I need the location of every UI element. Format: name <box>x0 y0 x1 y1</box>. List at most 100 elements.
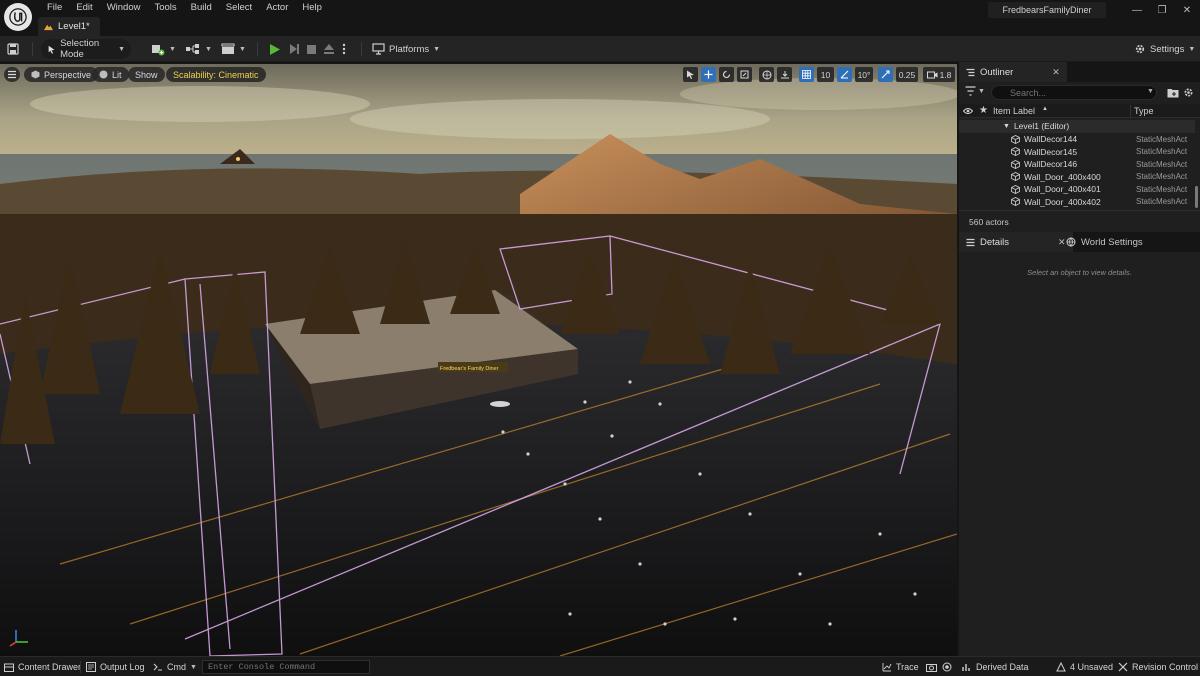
maximize-icon[interactable]: ❐ <box>1155 4 1169 16</box>
table-row[interactable]: WallDecor146 StaticMeshAct <box>959 158 1195 171</box>
globe-icon <box>1066 237 1076 247</box>
outliner-tabbar: Outliner ✕ <box>959 62 1200 82</box>
content-drawer-button[interactable]: Content Drawer <box>4 660 81 674</box>
save-icon[interactable] <box>7 39 19 59</box>
output-log-button[interactable]: Output Log <box>86 660 145 674</box>
details-tab[interactable]: Details ✕ <box>959 232 1073 252</box>
table-row[interactable]: WallDecor145 StaticMeshAct <box>959 146 1195 159</box>
add-folder-icon[interactable] <box>1167 87 1179 98</box>
record-button[interactable] <box>942 660 952 674</box>
rotate-tool-icon[interactable] <box>719 67 734 82</box>
row-label: WallDecor146 <box>1024 159 1078 170</box>
cmd-button[interactable]: Cmd ▼ <box>153 660 197 674</box>
blueprints-button[interactable]: ▼ <box>185 39 212 59</box>
table-row[interactable]: Wall_Door_400x401 StaticMeshAct <box>959 183 1195 196</box>
menu-actor[interactable]: Actor <box>259 2 295 14</box>
world-space-icon[interactable] <box>759 67 774 82</box>
cinematics-button[interactable]: ▼ <box>221 39 246 59</box>
grid-snap-button[interactable] <box>799 67 814 82</box>
stop-button[interactable] <box>306 39 317 59</box>
menu-help[interactable]: Help <box>295 2 329 14</box>
screenshot-button[interactable] <box>926 660 937 674</box>
camera-icon <box>926 71 938 78</box>
surface-snap-icon[interactable] <box>777 67 792 82</box>
outliner-search-input[interactable] <box>991 85 1157 100</box>
scale-snap-value[interactable]: 0.25 <box>896 67 918 82</box>
table-row[interactable]: Wall_Door_400x402 StaticMeshAct <box>959 196 1195 209</box>
chevron-down-icon[interactable]: ▼ <box>1003 123 1010 130</box>
translate-tool-icon[interactable] <box>701 67 716 82</box>
play-options-icon[interactable] <box>342 39 346 59</box>
menu-window[interactable]: Window <box>100 2 148 14</box>
content-drawer-label: Content Drawer <box>18 662 82 672</box>
level-viewport[interactable]: Fredbear's Family Diner Perspective Lit … <box>0 64 957 656</box>
perspective-button[interactable]: Perspective <box>24 67 99 82</box>
level-root-label: Level1 (Editor) <box>1013 121 1070 132</box>
camera-speed-button[interactable]: 1.8 <box>923 67 955 82</box>
trace-button[interactable]: Trace <box>882 660 919 674</box>
advance-frame-button[interactable] <box>288 39 300 59</box>
menu-select[interactable]: Select <box>219 2 259 14</box>
clapperboard-icon <box>221 43 235 54</box>
add-actor-button[interactable]: ▼ <box>151 39 176 59</box>
show-button[interactable]: Show <box>128 67 165 82</box>
rotation-snap-value[interactable]: 10° <box>855 67 873 82</box>
select-tool-icon[interactable] <box>683 67 698 82</box>
menu-file[interactable]: File <box>40 2 69 14</box>
type-column[interactable]: Type <box>1134 106 1154 116</box>
close-tab-icon[interactable]: ✕ <box>1052 67 1060 78</box>
visibility-eye-icon[interactable] <box>963 107 973 115</box>
derived-data-button[interactable]: Derived Data <box>962 660 1029 674</box>
close-icon[interactable]: ✕ <box>1180 4 1194 16</box>
menu-bar: File Edit Window Tools Build Select Acto… <box>40 2 329 14</box>
scalability-badge[interactable]: Scalability: Cinematic <box>166 67 266 82</box>
camera-speed-value: 1.8 <box>939 69 952 80</box>
static-mesh-icon <box>1011 184 1020 194</box>
menu-edit[interactable]: Edit <box>69 2 99 14</box>
details-tabbar: Details ✕ World Settings <box>959 232 1200 252</box>
menu-tools[interactable]: Tools <box>147 2 183 14</box>
play-button[interactable] <box>268 39 281 59</box>
world-settings-tab[interactable]: World Settings <box>1059 232 1150 252</box>
unsaved-button[interactable]: 4 Unsaved <box>1056 660 1113 674</box>
scale-snap-icon[interactable] <box>878 67 893 82</box>
outliner-scrollbar[interactable] <box>1195 186 1198 208</box>
outliner-tab-label: Outliner <box>980 66 1014 78</box>
row-type: StaticMeshAct <box>1136 184 1188 194</box>
chevron-down-icon[interactable]: ▼ <box>1147 88 1154 95</box>
sort-ascending-icon: ▲ <box>1042 106 1048 112</box>
static-mesh-icon <box>1011 134 1020 144</box>
eject-button[interactable] <box>323 39 335 59</box>
settings-button[interactable]: Settings ▼ <box>1134 39 1195 59</box>
static-mesh-icon <box>1011 172 1020 182</box>
minimize-icon[interactable]: — <box>1130 4 1144 16</box>
viewport-transform-tools: 10 10° 0.25 1.8 <box>683 67 955 82</box>
chevron-down-icon: ▼ <box>1188 45 1196 53</box>
menu-build[interactable]: Build <box>184 2 219 14</box>
level-tab[interactable]: Level1* <box>38 17 100 36</box>
cmd-label: Cmd <box>167 662 187 672</box>
selection-mode-button[interactable]: Selection Mode ▼ <box>41 38 131 60</box>
pin-star-icon[interactable]: ★ <box>979 105 988 116</box>
toolbar-separator <box>361 42 362 56</box>
row-type: StaticMeshAct <box>1136 159 1188 169</box>
revision-control-button[interactable]: Revision Control <box>1118 660 1198 674</box>
scale-tool-icon[interactable] <box>737 67 752 82</box>
viewport-menu-button[interactable] <box>4 67 20 82</box>
platforms-button[interactable]: Platforms ▼ <box>372 39 440 59</box>
console-command-input[interactable] <box>202 660 370 674</box>
item-label-column[interactable]: Item Label <box>993 106 1035 116</box>
chevron-down-icon: ▼ <box>205 45 212 53</box>
outliner-column-header: ★ Item Label ▲ Type <box>959 104 1200 118</box>
rotation-snap-icon[interactable] <box>837 67 852 82</box>
grid-size-value[interactable]: 10 <box>817 67 834 82</box>
output-log-label: Output Log <box>100 662 145 672</box>
gear-icon[interactable] <box>1183 87 1194 98</box>
filter-button[interactable]: ▼ <box>965 86 985 96</box>
unreal-logo-icon[interactable] <box>4 3 32 31</box>
table-row[interactable]: Wall_Door_400x400 StaticMeshAct <box>959 171 1195 184</box>
outliner-tab[interactable]: Outliner ✕ <box>959 62 1067 82</box>
table-row[interactable]: WallDecor144 StaticMeshAct <box>959 133 1195 146</box>
tree-row-level[interactable]: ▼ Level1 (Editor) <box>959 120 1195 133</box>
view-mode-button[interactable]: Lit <box>92 67 129 82</box>
